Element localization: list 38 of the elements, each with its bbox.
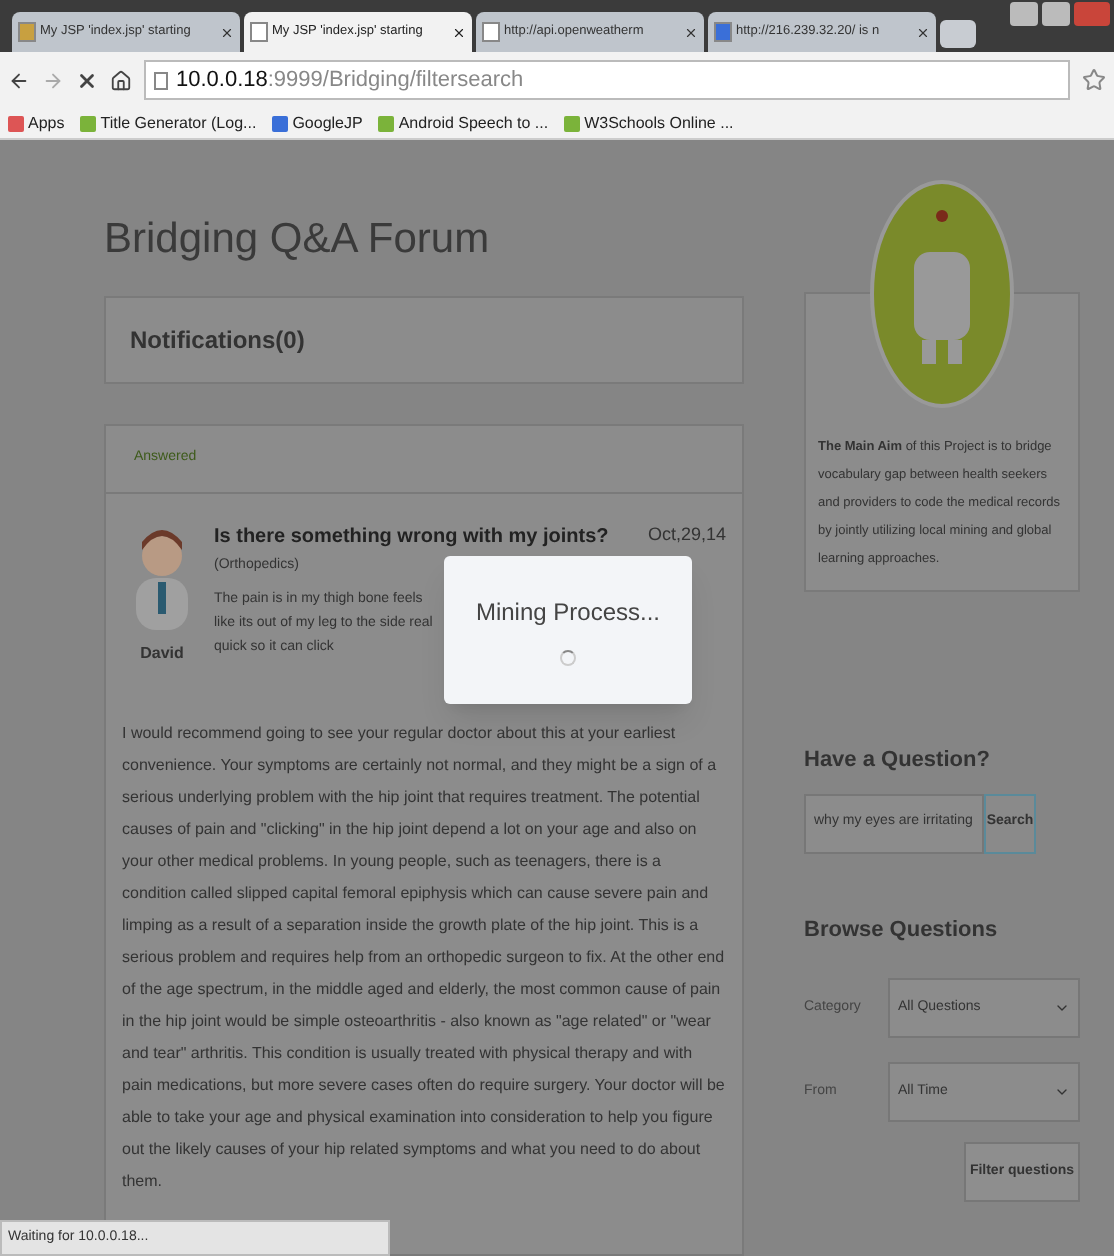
bookmark-link[interactable]: GoogleJP bbox=[272, 111, 363, 135]
close-icon[interactable] bbox=[916, 25, 930, 39]
ask-heading: Have a Question? bbox=[804, 746, 992, 776]
caret-icon bbox=[1054, 1000, 1070, 1016]
bookmark-link[interactable]: Title Generator (Log... bbox=[80, 111, 257, 135]
bookmark-icon bbox=[378, 115, 395, 131]
page-icon bbox=[154, 71, 168, 89]
favicon-icon bbox=[18, 22, 36, 42]
home-icon[interactable] bbox=[110, 69, 132, 91]
address-field[interactable]: 10.0.0.18:9999/Bridging/filtersearch bbox=[144, 60, 1070, 100]
bookmark-icon bbox=[272, 115, 289, 131]
author-name: David bbox=[140, 641, 184, 665]
bookmark-link[interactable]: Apps bbox=[8, 111, 65, 135]
favicon-icon bbox=[250, 22, 268, 42]
bookmark-link[interactable]: W3Schools Online ... bbox=[564, 111, 734, 135]
stop-icon[interactable] bbox=[76, 69, 98, 91]
caret-icon bbox=[1054, 1084, 1070, 1100]
close-icon[interactable] bbox=[452, 25, 466, 39]
bookmark-icon bbox=[8, 115, 24, 131]
notifications-heading: Notifications(0) bbox=[130, 323, 305, 357]
dialog-message: Mining Process... bbox=[475, 596, 661, 630]
question-date: Oct,29,14 bbox=[647, 521, 726, 547]
close-icon[interactable] bbox=[684, 25, 698, 39]
bookmark-icon bbox=[564, 115, 581, 131]
favicon-icon bbox=[714, 22, 732, 42]
spinner-icon bbox=[560, 650, 576, 666]
answer-text: I would recommend going to see your regular doctor about this at your earliest convenience. Your symptoms are certainly not normal, and they might be a sign of a serious underlying problem with the hip joint that requires treatment. The potential causes of pain and "clicking" in the hip joint depend a lot on your age and also on your other medical problems. In young people, such as teenagers, there is a condition called slipped capital femoral epiphysis which can cause severe pain and limping as a result of a separation inside the growth plate of the hip joint. This is a serious problem and requires help from an orthopedic surgeon to fix. At the other end of the age spectrum, in the middle aged and elderly, the most common cause of pain in the hip joint would be simple osteoarthritis - also known as "age related" or "wear and tear" arthritis. This condition is usually treated with physical therapy and with pain medications, but more severe cases often do require surgery. Your doctor will be able to take your age and physical examination into consideration to help you figure out the likely causes of your hip related symptoms and what you need to do about them. bbox=[120, 721, 727, 1193]
question-title[interactable]: Is there something wrong with my joints? bbox=[214, 521, 609, 551]
page-title: Bridging Q&A Forum bbox=[104, 214, 492, 266]
favicon-icon bbox=[482, 22, 500, 42]
close-icon[interactable] bbox=[220, 25, 234, 39]
browse-heading: Browse Questions bbox=[804, 915, 1000, 945]
star-icon[interactable] bbox=[1082, 68, 1106, 92]
back-icon[interactable] bbox=[8, 69, 30, 91]
new-tab-button[interactable] bbox=[940, 20, 976, 48]
bookmark-link[interactable]: Android Speech to ... bbox=[378, 111, 549, 135]
bookmark-icon bbox=[80, 115, 97, 131]
robot-mascot-icon bbox=[870, 180, 1014, 408]
